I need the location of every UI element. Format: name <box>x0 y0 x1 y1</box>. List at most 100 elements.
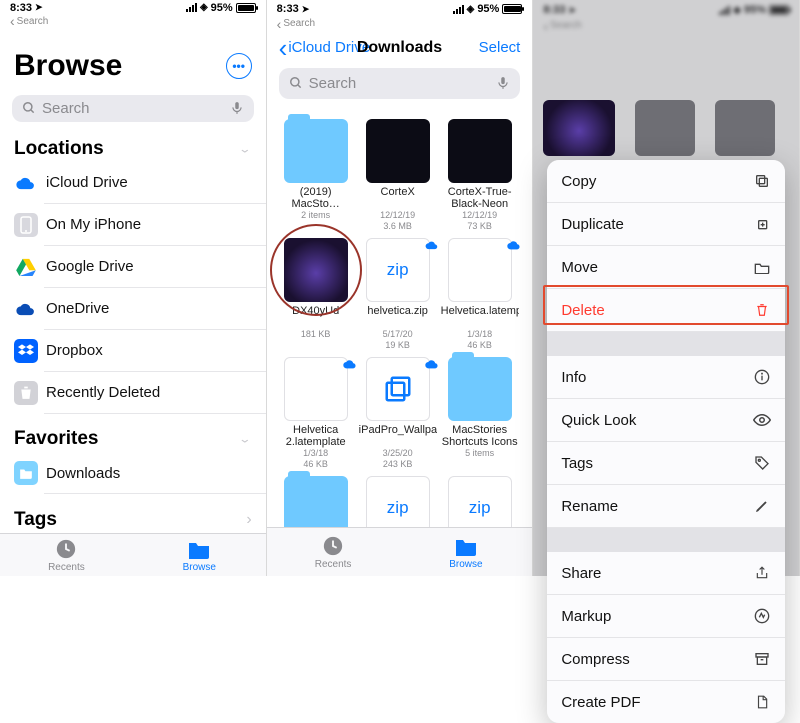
folder-icon <box>753 258 771 276</box>
file-item[interactable]: iPadPro_Wallpaper 3/25/20 243 KB <box>357 357 439 470</box>
location-arrow-icon: ➤ <box>302 4 310 15</box>
tag-icon <box>753 454 771 472</box>
eye-icon <box>753 411 771 429</box>
menu-item-rename[interactable]: Rename <box>547 485 785 528</box>
tab-recents[interactable]: Recents <box>267 528 400 576</box>
battery-percent: 95% <box>211 2 233 14</box>
file-meta: 1/3/18 <box>441 329 519 340</box>
mic-icon[interactable] <box>230 100 244 116</box>
list-item-label: Google Drive <box>46 258 134 275</box>
share-icon <box>753 564 771 582</box>
clock-icon <box>320 535 346 557</box>
menu-item-quick-look[interactable]: Quick Look <box>547 399 785 442</box>
file-thumb <box>366 119 430 183</box>
tags-header[interactable]: Tags› <box>0 507 266 533</box>
file-item[interactable]: CorteX 12/12/19 3.6 MB <box>357 119 439 232</box>
file-thumb <box>284 119 348 183</box>
menu-item-label: Compress <box>561 651 629 668</box>
file-thumb <box>635 100 695 156</box>
menu-item-label: Create PDF <box>561 694 640 711</box>
location-google-drive[interactable]: Google Drive <box>0 246 266 288</box>
more-options-button[interactable]: ••• <box>226 53 252 79</box>
file-item[interactable]: zip <box>439 476 521 528</box>
wifi-icon: ◈ <box>200 2 208 13</box>
file-meta: 2 items <box>277 210 355 221</box>
select-button[interactable]: Select <box>479 39 521 56</box>
menu-item-tags[interactable]: Tags <box>547 442 785 485</box>
file-name: Helvetica 2.latemplate <box>277 424 355 448</box>
context-menu: CopyDuplicateMove Delete Info Quick LookTag… <box>547 160 785 723</box>
menu-item-label: Markup <box>561 608 611 625</box>
menu-item-info[interactable]: Info <box>547 356 785 399</box>
file-item[interactable]: zip helvetica.zip 5/17/20 19 KB <box>357 238 439 351</box>
pdf-icon <box>753 693 771 711</box>
cloud-icon <box>14 171 38 195</box>
menu-item-markup[interactable]: Markup <box>547 595 785 638</box>
tab-recents[interactable]: Recents <box>0 534 133 576</box>
location-on-my-iphone[interactable]: On My iPhone <box>0 204 266 246</box>
menu-item-duplicate[interactable]: Duplicate <box>547 203 785 246</box>
file-name: helvetica.zip <box>359 305 437 329</box>
menu-item-create-pdf[interactable]: Create PDF <box>547 681 785 723</box>
locations-header[interactable]: Locations⌄ <box>0 136 266 162</box>
file-name: MacStories Shortcuts Icons <box>441 424 519 448</box>
search-input[interactable]: Search <box>12 95 254 122</box>
menu-item-label: Delete <box>561 302 604 319</box>
pencil-icon <box>753 497 771 515</box>
menu-item-compress[interactable]: Compress <box>547 638 785 681</box>
search-icon <box>22 101 36 115</box>
page-title: Browse <box>14 49 122 83</box>
file-thumb <box>448 119 512 183</box>
favorites-header[interactable]: Favorites⌄ <box>0 426 266 452</box>
list-item-label: Downloads <box>46 465 120 482</box>
clock-icon <box>53 538 79 560</box>
file-meta: 5/17/20 <box>359 329 437 340</box>
browse-folder-icon <box>186 538 212 560</box>
tab-browse[interactable]: Browse <box>400 528 533 576</box>
file-item[interactable] <box>275 476 357 528</box>
file-thumb: zip <box>448 476 512 528</box>
location-dropbox[interactable]: Dropbox <box>0 330 266 372</box>
menu-item-label: Share <box>561 565 601 582</box>
back-to-search[interactable]: Search <box>0 16 266 31</box>
file-item[interactable]: MacStories Shortcuts Icons 5 items <box>439 357 521 470</box>
menu-item-label: Info <box>561 369 586 386</box>
file-item[interactable]: Helvetica 2.latemplate 1/3/18 46 KB <box>275 357 357 470</box>
file-thumb: zip <box>366 476 430 528</box>
file-thumb <box>284 238 348 302</box>
search-input[interactable]: Search <box>279 68 521 99</box>
file-meta: 3.6 MB <box>359 221 437 232</box>
menu-item-share[interactable]: Share <box>547 552 785 595</box>
menu-item-delete[interactable]: Delete <box>547 289 785 332</box>
search-placeholder: Search <box>309 75 357 92</box>
onedrive-icon <box>14 297 38 321</box>
downloads-panel: 8:33➤ ◈95% Search iCloud Drive Downloads… <box>267 0 534 576</box>
file-item[interactable]: zip <box>357 476 439 528</box>
signal-bars-icon <box>453 5 464 14</box>
file-item[interactable]: DX40yUd 181 KB <box>275 238 357 351</box>
info-icon <box>753 368 771 386</box>
status-time: 8:33 <box>277 3 299 15</box>
folder-icon <box>14 461 38 485</box>
favorite-downloads[interactable]: Downloads <box>0 452 266 494</box>
mic-icon[interactable] <box>496 75 510 91</box>
location-icloud-drive[interactable]: iCloud Drive <box>0 162 266 204</box>
file-item[interactable]: Helvetica.latemplate 1/3/18 46 KB <box>439 238 521 351</box>
tab-label: Browse <box>183 562 216 573</box>
tab-browse[interactable]: Browse <box>133 534 266 576</box>
battery-icon <box>502 4 522 14</box>
location-recently-deleted[interactable]: Recently Deleted <box>0 372 266 414</box>
file-item[interactable]: (2019) MacSto…llpapers 2 items <box>275 119 357 232</box>
context-menu-panel: 8:33➤ ◈95% Search CopyDuplicateMoveDelet… <box>533 0 800 576</box>
location-onedrive[interactable]: OneDrive <box>0 288 266 330</box>
file-item[interactable]: CorteX-True-Black-Neon 12/12/19 73 KB <box>439 119 521 232</box>
battery-percent: 95% <box>477 3 499 15</box>
file-meta: 5 items <box>441 448 519 459</box>
menu-item-copy[interactable]: Copy <box>547 160 785 203</box>
file-meta: 19 KB <box>359 340 437 351</box>
file-meta: 73 KB <box>441 221 519 232</box>
chevron-down-icon: ⌄ <box>238 432 251 446</box>
selected-file-thumb <box>543 100 615 156</box>
menu-item-move[interactable]: Move <box>547 246 785 289</box>
back-to-search[interactable]: Search <box>267 18 533 33</box>
